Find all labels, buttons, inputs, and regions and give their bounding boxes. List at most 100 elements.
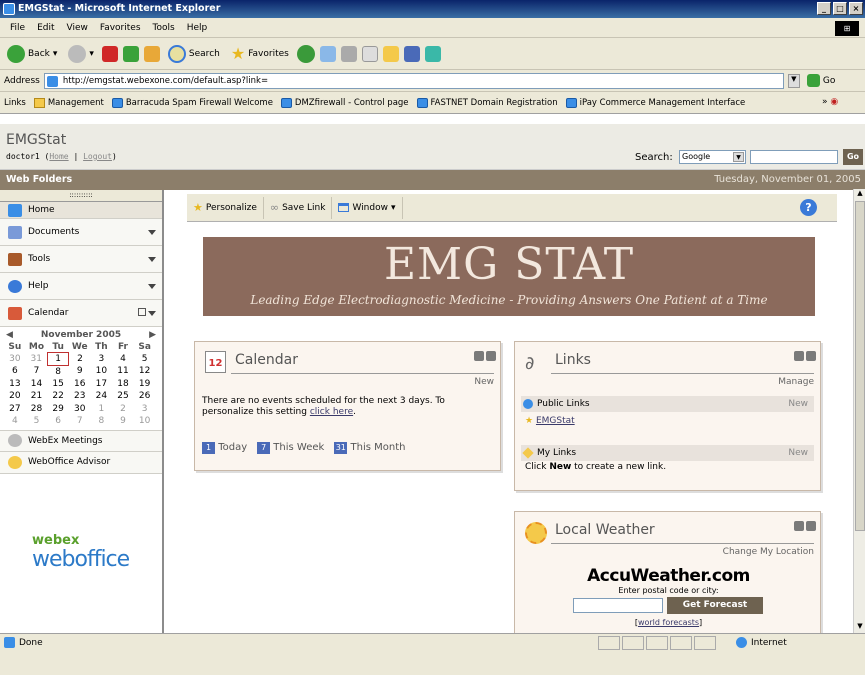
next-month-icon[interactable]: ▶ bbox=[149, 330, 156, 340]
vertical-scrollbar[interactable]: ▲ ▼ bbox=[853, 189, 865, 633]
personalize-button[interactable]: ★ Personalize bbox=[187, 196, 264, 219]
click-here-link[interactable]: click here bbox=[310, 407, 353, 417]
search-input[interactable] bbox=[750, 150, 838, 164]
search-button[interactable]: Search bbox=[165, 44, 223, 63]
sidebar-item-help[interactable]: Help bbox=[0, 273, 162, 300]
calendar-day[interactable]: 9 bbox=[69, 365, 91, 378]
home-link[interactable]: Home bbox=[49, 152, 68, 161]
today-link[interactable]: 1 Today bbox=[202, 442, 247, 454]
calendar-day[interactable]: 3 bbox=[91, 353, 113, 366]
stop-icon[interactable] bbox=[101, 45, 118, 62]
sidebar-item-documents[interactable]: Documents bbox=[0, 219, 162, 246]
link-ipay[interactable]: iPay Commerce Management Interface bbox=[565, 97, 745, 108]
world-forecasts-link[interactable]: world forecasts bbox=[638, 618, 699, 627]
calendar-day[interactable]: 4 bbox=[4, 415, 26, 428]
research-icon[interactable] bbox=[403, 45, 420, 62]
link-management[interactable]: Management bbox=[33, 97, 104, 108]
help-button[interactable]: ? bbox=[800, 199, 817, 216]
calendar-day[interactable]: 9 bbox=[112, 415, 134, 428]
scroll-thumb[interactable] bbox=[855, 201, 865, 531]
calendar-day-today[interactable]: 1 bbox=[46, 352, 70, 366]
calendar-day[interactable]: 3 bbox=[134, 403, 156, 416]
sidebar-item-tools[interactable]: Tools bbox=[0, 246, 162, 273]
calendar-day[interactable]: 22 bbox=[47, 390, 69, 403]
calendar-day[interactable]: 6 bbox=[4, 365, 26, 378]
calendar-day[interactable]: 7 bbox=[69, 415, 91, 428]
go-button[interactable]: Go bbox=[804, 74, 838, 87]
calendar-day[interactable]: 4 bbox=[112, 353, 134, 366]
calendar-day[interactable]: 7 bbox=[26, 365, 48, 378]
calendar-day[interactable]: 5 bbox=[26, 415, 48, 428]
calendar-day[interactable]: 31 bbox=[26, 353, 48, 366]
back-button[interactable]: Back ▾ bbox=[4, 44, 60, 63]
this-week-link[interactable]: 7 This Week bbox=[257, 442, 324, 454]
refresh-icon[interactable] bbox=[122, 45, 139, 62]
calendar-day[interactable]: 12 bbox=[134, 365, 156, 378]
calendar-day[interactable]: 28 bbox=[26, 403, 48, 416]
my-links-new[interactable]: New bbox=[788, 445, 808, 461]
calendar-day[interactable]: 2 bbox=[112, 403, 134, 416]
calendar-day[interactable]: 10 bbox=[91, 365, 113, 378]
calendar-day[interactable]: 18 bbox=[112, 378, 134, 391]
calendar-day[interactable]: 24 bbox=[91, 390, 113, 403]
calendar-day[interactable]: 5 bbox=[134, 353, 156, 366]
calendar-day[interactable]: 8 bbox=[91, 415, 113, 428]
calendar-day[interactable]: 27 bbox=[4, 403, 26, 416]
prev-month-icon[interactable]: ◀ bbox=[6, 330, 13, 340]
calendar-day[interactable]: 25 bbox=[112, 390, 134, 403]
menu-help[interactable]: Help bbox=[181, 23, 214, 33]
links-manage-link[interactable]: Manage bbox=[778, 377, 814, 387]
sidebar-item-webex-meetings[interactable]: WebEx Meetings bbox=[0, 429, 162, 452]
calendar-day[interactable]: 29 bbox=[47, 403, 69, 416]
calendar-day[interactable]: 21 bbox=[26, 390, 48, 403]
close-button[interactable]: × bbox=[849, 2, 863, 15]
calendar-day[interactable]: 2 bbox=[69, 353, 91, 366]
scroll-up-icon[interactable]: ▲ bbox=[855, 189, 865, 200]
home-icon[interactable] bbox=[143, 45, 160, 62]
minimize-panel-icon[interactable] bbox=[794, 351, 804, 361]
calendar-day[interactable]: 11 bbox=[112, 365, 134, 378]
favorites-button[interactable]: ★ Favorites bbox=[228, 44, 292, 63]
forward-button[interactable]: ▾ bbox=[65, 44, 97, 63]
calendar-day[interactable]: 30 bbox=[69, 403, 91, 416]
address-dropdown-icon[interactable]: ▼ bbox=[787, 73, 800, 88]
sidebar-item-home[interactable]: Home bbox=[0, 202, 162, 219]
this-month-link[interactable]: 31 This Month bbox=[334, 442, 405, 454]
messenger-icon[interactable] bbox=[424, 45, 441, 62]
public-links-new[interactable]: New bbox=[788, 396, 808, 412]
edit-icon[interactable] bbox=[361, 45, 378, 62]
save-link-button[interactable]: ∞ Save Link bbox=[264, 196, 333, 219]
menu-edit[interactable]: Edit bbox=[31, 23, 60, 33]
minimize-panel-icon[interactable] bbox=[474, 351, 484, 361]
menu-view[interactable]: View bbox=[61, 23, 94, 33]
calendar-day[interactable]: 10 bbox=[134, 415, 156, 428]
menu-tools[interactable]: Tools bbox=[147, 23, 181, 33]
search-engine-select[interactable]: Google ▼ bbox=[679, 150, 746, 164]
calendar-new-link[interactable]: New bbox=[474, 377, 494, 387]
address-input[interactable]: http://emgstat.webexone.com/default.asp?… bbox=[43, 72, 784, 89]
media-icon[interactable] bbox=[296, 44, 315, 63]
maximize-button[interactable]: □ bbox=[833, 2, 847, 15]
calendar-day[interactable]: 16 bbox=[69, 378, 91, 391]
calendar-day[interactable]: 15 bbox=[47, 378, 69, 391]
print-icon[interactable] bbox=[340, 45, 357, 62]
minimize-button[interactable]: _ bbox=[817, 2, 831, 15]
calendar-day[interactable]: 8 bbox=[47, 365, 69, 378]
close-panel-icon[interactable] bbox=[486, 351, 496, 361]
link-barracuda[interactable]: Barracuda Spam Firewall Welcome bbox=[111, 97, 273, 108]
calendar-day[interactable]: 6 bbox=[47, 415, 69, 428]
calendar-day[interactable]: 13 bbox=[4, 378, 26, 391]
mail-icon[interactable] bbox=[319, 45, 336, 62]
emgstat-link[interactable]: ★ EMGStat bbox=[525, 416, 575, 426]
sidebar-grip[interactable]: :::::::::: bbox=[0, 190, 162, 202]
calendar-day[interactable]: 1 bbox=[91, 403, 113, 416]
search-go-button[interactable]: Go bbox=[843, 149, 863, 165]
logout-link[interactable]: Logout bbox=[83, 152, 112, 161]
close-panel-icon[interactable] bbox=[806, 351, 816, 361]
calendar-day[interactable]: 20 bbox=[4, 390, 26, 403]
calendar-day[interactable]: 17 bbox=[91, 378, 113, 391]
sidebar-item-calendar[interactable]: Calendar bbox=[0, 300, 162, 327]
folder-icon[interactable] bbox=[382, 45, 399, 62]
links-overflow-icon[interactable]: » ◉ bbox=[822, 97, 838, 107]
calendar-day[interactable]: 19 bbox=[134, 378, 156, 391]
